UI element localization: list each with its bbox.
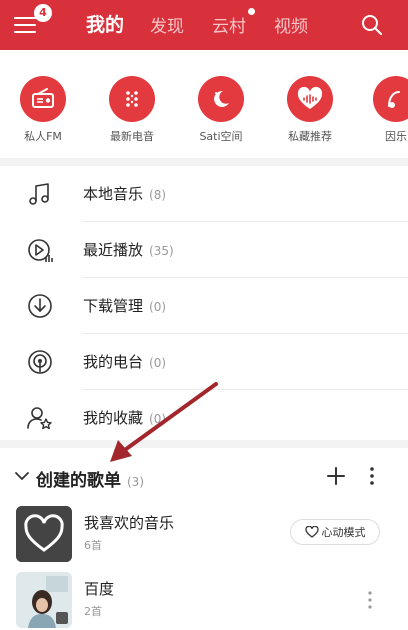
top-bar: 4 我的 发现 云村 视频 [0,0,408,50]
quick-access-row: 私人FM 最新电音 Sati空间 私藏推荐 因乐 [0,50,408,158]
playlist-title: 我喜欢的音乐 [84,514,175,532]
partial-icon [373,76,408,122]
quick-item-label: 因乐 [385,130,407,143]
search-icon[interactable] [360,13,384,37]
playlist-cover [16,506,72,562]
recent-play-icon [28,239,53,262]
list-item-label: 本地音乐 (8) [83,185,167,203]
list-item-count: (35) [149,244,174,258]
quick-item-new-electronic[interactable]: 最新电音 [94,76,170,144]
list-item-count: (0) [149,356,167,370]
playlist-cover [16,572,72,628]
music-note-icon [29,183,49,205]
list-item-label: 最近播放 (35) [83,241,174,259]
app-screen: 4 我的 发现 云村 视频 私人FM 最新电音 Sati空间 私藏推荐 因乐 本… [0,0,408,630]
list-item-my-radio[interactable]: 我的电台 (0) [0,334,408,390]
playlist-title: 百度 [84,580,115,598]
radio-icon [20,76,66,122]
user-star-icon [27,407,52,430]
menu-icon[interactable] [14,15,38,35]
quick-item-private-fm[interactable]: 私人FM [5,76,81,144]
quick-item-label: 最新电音 [110,130,154,143]
tab-mine[interactable]: 我的 [86,10,124,37]
heart-outline-icon [304,526,319,538]
notification-badge: 4 [34,4,52,22]
playlist-item-liked[interactable]: 我喜欢的音乐 6首 心动模式 [0,504,408,564]
heart-wave-icon [287,76,333,122]
album-art-image [16,572,72,628]
heart-mode-button[interactable]: 心动模式 [290,519,380,545]
heart-mode-label: 心动模式 [321,526,366,539]
quick-item-partial[interactable]: 因乐 [358,76,408,144]
chevron-down-icon[interactable] [14,468,30,484]
list-item-count: (8) [149,188,167,202]
section-title[interactable]: 创建的歌单 (3) [36,466,144,491]
library-list: 本地音乐 (8) 最近播放 (35) 下载管理 (0) 我的电台 (0) 我的收… [0,166,408,440]
tab-yuncun[interactable]: 云村 [212,12,246,37]
list-item-recent-play[interactable]: 最近播放 (35) [0,222,408,278]
tab-yuncun-dot [248,8,255,15]
moon-icon [198,76,244,122]
list-item-label: 下载管理 (0) [83,297,167,315]
download-icon [28,294,52,318]
podcast-icon [28,350,52,374]
list-item-label: 我的电台 (0) [83,353,167,371]
tab-discover[interactable]: 发现 [150,12,184,37]
list-item-count: (0) [149,412,167,426]
heart-icon [16,506,72,562]
add-icon[interactable] [326,466,346,486]
more-icon[interactable] [362,466,382,486]
quick-item-label: Sati空间 [199,130,243,143]
list-item-count: (0) [149,300,167,314]
quick-item-sati-space[interactable]: Sati空间 [183,76,259,144]
list-item-label: 我的收藏 (0) [83,409,167,427]
list-item-download-manager[interactable]: 下载管理 (0) [0,278,408,334]
list-item-my-collection[interactable]: 我的收藏 (0) [0,390,408,446]
quick-item-label: 私人FM [24,130,62,143]
dots-grid-icon [109,76,155,122]
playlist-item-baidu[interactable]: 百度 2首 [0,570,408,630]
list-item-local-music[interactable]: 本地音乐 (8) [0,166,408,222]
playlist-track-count: 6首 [84,539,102,552]
tab-video[interactable]: 视频 [274,12,308,37]
section-count: (3) [127,475,144,489]
more-icon[interactable] [362,590,378,610]
created-playlists-section: 创建的歌单 (3) 我喜欢的音乐 6首 心动模式 百度 2首 [0,448,408,630]
quick-item-private-recommend[interactable]: 私藏推荐 [272,76,348,144]
quick-item-label: 私藏推荐 [288,130,332,143]
playlist-track-count: 2首 [84,605,102,618]
